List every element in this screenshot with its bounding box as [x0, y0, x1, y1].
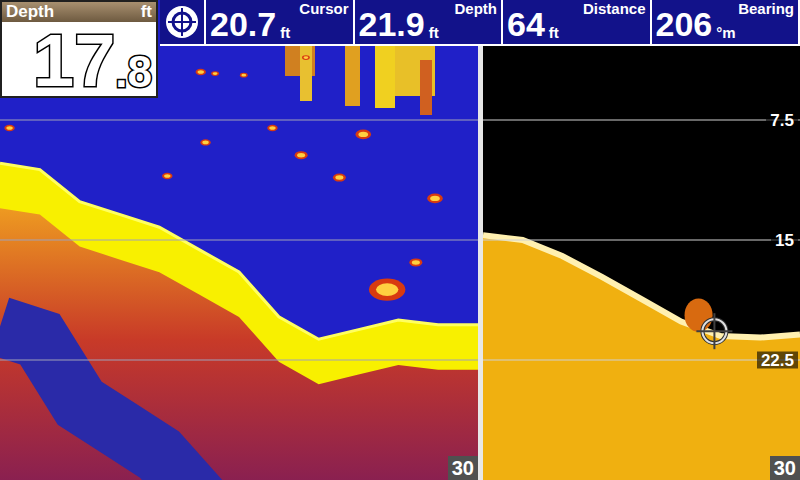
readout-unit: ft [549, 24, 646, 44]
fish-arch [200, 139, 210, 145]
surface-clutter [285, 46, 435, 115]
fish-arch [302, 55, 310, 60]
readout-cell: 21.9Depth ft [355, 0, 504, 44]
down-imaging-panel: 7.5 15 22.5 30 [483, 0, 800, 480]
readout-meta: Depth ft [429, 0, 497, 44]
depth-box-header: Depth ft [2, 2, 156, 22]
range-label: 30 [448, 456, 478, 480]
fish-arch [333, 174, 346, 182]
readout-label: Distance [549, 0, 646, 18]
depth-box: Depthft17.8 [0, 0, 158, 98]
depth-gridline [0, 120, 478, 121]
readout-value: 206 [656, 7, 713, 44]
readout-meta: Distance ft [549, 0, 646, 44]
bottom-edge [483, 235, 800, 337]
readout-label: Cursor [280, 0, 348, 18]
second-return [0, 326, 478, 480]
readout-value: 20.7 [210, 7, 276, 44]
fish-arch [162, 173, 172, 179]
fish-arch [427, 194, 443, 204]
readout-cell: 206Bearing °m [652, 0, 800, 44]
down-imaging-chart [483, 0, 800, 480]
readout-unit: ft [429, 24, 497, 44]
fish-arch [409, 258, 422, 266]
depth-gridline [483, 360, 800, 361]
fish-arch [211, 71, 219, 76]
fish-arch [295, 151, 308, 159]
crosshair-icon [165, 5, 199, 39]
fish-arch [355, 130, 371, 140]
readout-unit: ft [280, 24, 348, 44]
depth-gridline [483, 120, 800, 121]
bottom-edge [0, 163, 478, 339]
bottom-return [483, 235, 800, 480]
readout-meta: Cursor ft [280, 0, 348, 44]
fish-arch [240, 73, 248, 78]
fish-arch [369, 278, 405, 300]
readout-cell: 20.7Cursor ft [206, 0, 355, 44]
depth-value-whole: 17 [33, 26, 115, 96]
depth-gridline [0, 240, 478, 241]
readout-label: Bearing [716, 0, 794, 18]
fish-target [685, 298, 713, 332]
readout-value: 21.9 [359, 7, 425, 44]
depth-value-decimal: .8 [115, 48, 152, 96]
fishfinder-screen: 307.51522.530Depthft17.820.7Cursorft21.9… [0, 0, 800, 480]
readout-value: 64 [507, 7, 545, 44]
cursor-crosshair-icon[interactable] [696, 313, 732, 349]
readout-label: Depth [429, 0, 497, 18]
depth-gridline [0, 360, 478, 361]
depth-box-label: Depth [6, 2, 54, 22]
fish-arch [196, 69, 206, 75]
depth-box-unit: ft [141, 2, 152, 22]
cursor-readout-icon-cell [160, 0, 206, 44]
range-label: 30 [770, 456, 800, 480]
depth-scale-label: 22.5 [757, 352, 798, 369]
panel-divider [478, 0, 483, 480]
readout-bar: 20.7Cursorft21.9Depthft64Distanceft206Be… [160, 0, 800, 46]
fish-arch [4, 125, 14, 131]
depth-scale-label: 7.5 [766, 112, 798, 129]
readout-meta: Bearing °m [716, 0, 794, 44]
depth-gridline [483, 240, 800, 241]
readout-cell: 64Distance ft [503, 0, 652, 44]
fish-arch [267, 125, 277, 131]
readout-unit: °m [716, 24, 794, 44]
water-column [483, 0, 800, 480]
depth-value: 17.8 [2, 22, 156, 96]
depth-scale-label: 15 [771, 232, 798, 249]
